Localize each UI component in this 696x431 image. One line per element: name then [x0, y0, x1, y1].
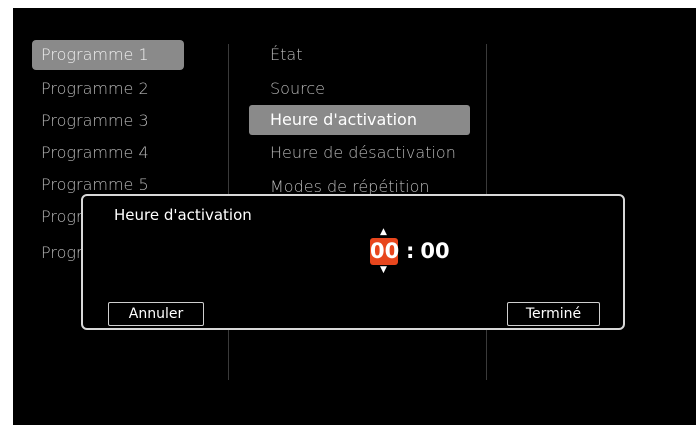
activation-time-dialog: Heure d'activation ▲ 00 ▼ : 00 Annuler T…	[81, 194, 625, 330]
cancel-button[interactable]: Annuler	[108, 302, 204, 326]
time-separator: :	[406, 239, 415, 263]
arrow-down-icon[interactable]: ▼	[380, 266, 387, 275]
minute-field[interactable]: 00	[420, 239, 449, 263]
setting-item-heure-desactivation[interactable]: Heure de désactivation	[249, 138, 470, 168]
done-button[interactable]: Terminé	[507, 302, 600, 326]
setting-item-source[interactable]: Source	[249, 74, 470, 104]
top-marker	[486, 8, 487, 12]
programme-item-1[interactable]: Programme 1	[32, 40, 184, 70]
time-picker: ▲ 00 ▼ : 00	[370, 228, 450, 275]
hour-field[interactable]: 00	[370, 238, 399, 265]
setting-item-heure-activation[interactable]: Heure d'activation	[249, 105, 470, 135]
top-marker	[229, 8, 230, 12]
dialog-title: Heure d'activation	[114, 206, 252, 224]
tv-screen: Programme 1 Programme 2 Programme 3 Prog…	[13, 8, 696, 425]
programme-item-4[interactable]: Programme 4	[32, 138, 184, 168]
hour-spinner[interactable]: ▲ 00 ▼	[370, 228, 400, 275]
setting-item-etat[interactable]: État	[249, 40, 470, 70]
programme-item-3[interactable]: Programme 3	[32, 106, 184, 136]
arrow-up-icon[interactable]: ▲	[380, 228, 387, 237]
programme-item-2[interactable]: Programme 2	[32, 74, 184, 104]
